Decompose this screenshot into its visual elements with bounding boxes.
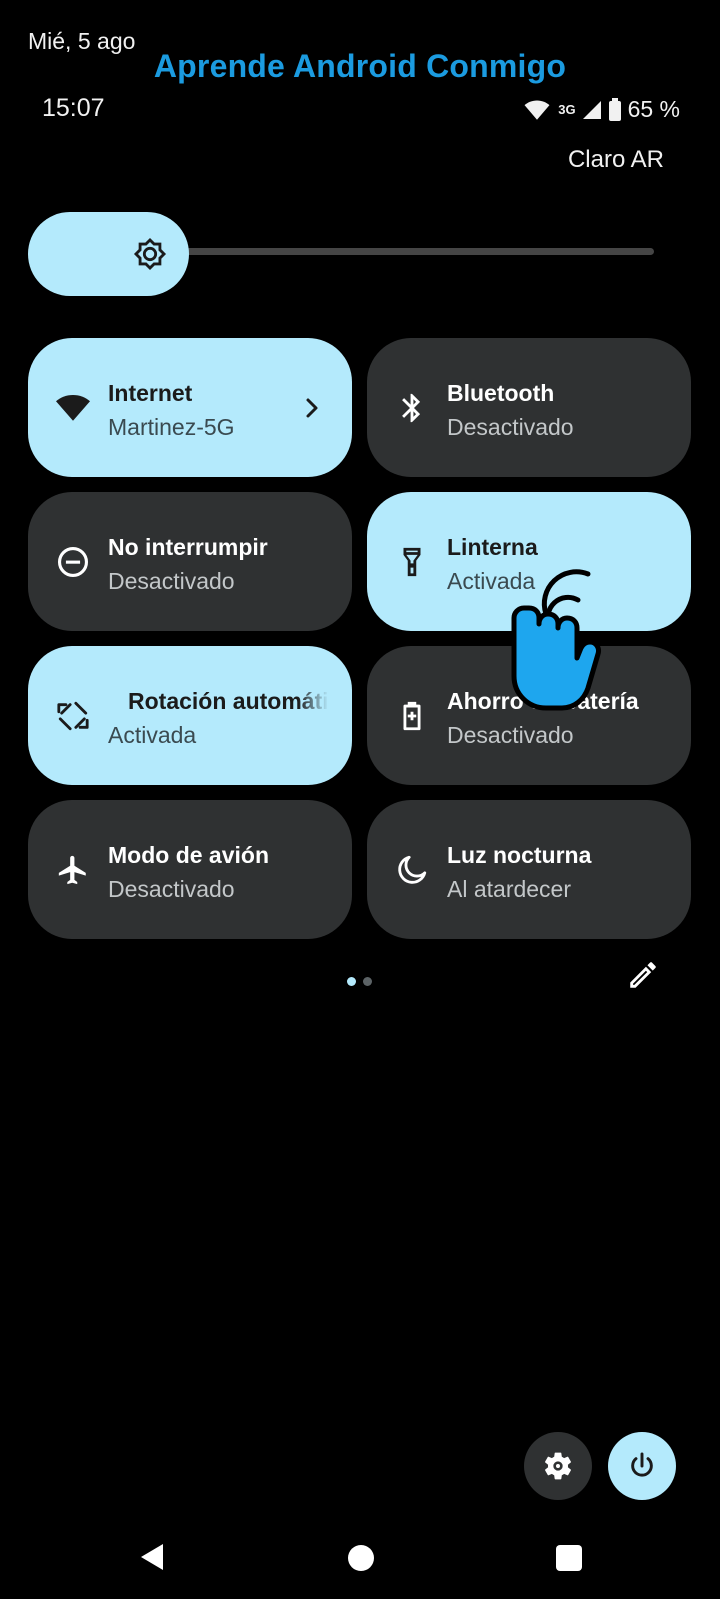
- tile-label: Luz nocturna: [447, 842, 592, 868]
- tile-label: No interrumpir: [108, 534, 268, 560]
- tile-auto-rotate[interactable]: Rotación automática Activada: [28, 646, 352, 785]
- recent-apps-button[interactable]: [556, 1545, 582, 1571]
- tile-status: Desactivado: [447, 414, 574, 440]
- page-indicator: [347, 977, 372, 986]
- back-icon[interactable]: [135, 1540, 169, 1574]
- home-button[interactable]: [348, 1545, 374, 1571]
- battery-icon: [608, 97, 621, 121]
- tile-internet[interactable]: Internet Martinez-5G: [28, 338, 352, 477]
- page-dot-active: [347, 977, 356, 986]
- bluetooth-icon: [393, 389, 431, 427]
- tile-status: Desactivado: [447, 722, 574, 748]
- tile-night-light[interactable]: Luz nocturna Al atardecer: [367, 800, 691, 939]
- network-type: 3G: [558, 102, 576, 117]
- power-button[interactable]: [608, 1432, 676, 1500]
- gear-icon: [545, 1452, 571, 1480]
- brightness-slider[interactable]: [170, 248, 654, 255]
- carrier-name: Claro AR: [567, 146, 664, 173]
- flashlight-icon: [393, 543, 431, 581]
- status-time: 15:07: [42, 94, 105, 122]
- do-not-disturb-icon: [54, 543, 92, 581]
- tile-status: Martinez-5G: [108, 414, 235, 440]
- page-dot: [363, 977, 372, 986]
- tile-do-not-disturb[interactable]: No interrumpir Desactivado: [28, 492, 352, 631]
- airplane-icon: [54, 851, 92, 889]
- night-light-icon: [393, 851, 431, 889]
- watermark-text: Aprende Android Conmigo: [153, 48, 567, 84]
- edit-pencil-icon[interactable]: [626, 958, 660, 992]
- tile-bluetooth[interactable]: Bluetooth Desactivado: [367, 338, 691, 477]
- brightness-icon: [133, 237, 167, 271]
- chevron-right-icon[interactable]: [302, 395, 322, 421]
- battery-percent: 65 %: [627, 96, 680, 122]
- tile-airplane-mode[interactable]: Modo de avión Desactivado: [28, 800, 352, 939]
- tile-label: Internet: [108, 380, 193, 406]
- tile-label: Linterna: [447, 534, 538, 560]
- tile-status: Activada: [108, 722, 197, 748]
- tile-status: Al atardecer: [447, 876, 572, 902]
- power-icon: [631, 1452, 653, 1477]
- tile-status: Desactivado: [108, 876, 235, 902]
- wifi-status-icon: [524, 99, 550, 120]
- auto-rotate-icon: [54, 697, 92, 735]
- status-icons: 3G 65 %: [524, 96, 680, 123]
- tile-label: Bluetooth: [447, 380, 555, 406]
- signal-icon: [582, 100, 601, 119]
- tile-label: Modo de avión: [108, 842, 269, 868]
- brightness-slider-thumb[interactable]: [28, 212, 189, 296]
- tile-status: Desactivado: [108, 568, 235, 594]
- settings-button[interactable]: [524, 1432, 592, 1500]
- battery-saver-icon: [393, 697, 431, 735]
- wifi-icon: [54, 389, 92, 427]
- pointing-hand-icon: [511, 569, 601, 711]
- tile-label: Rotación automática: [128, 688, 328, 714]
